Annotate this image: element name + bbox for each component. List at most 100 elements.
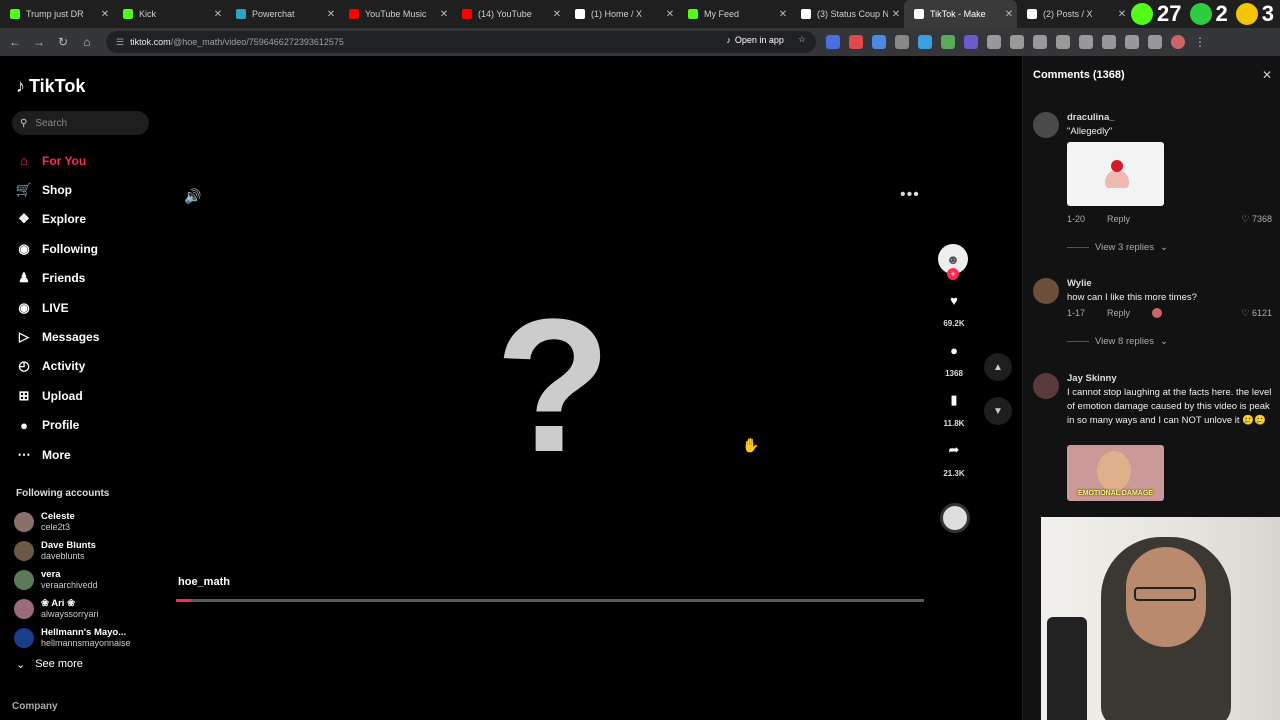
- extension-icon[interactable]: [918, 35, 932, 49]
- browser-tab[interactable]: YouTube Music ✕: [339, 0, 452, 28]
- close-icon[interactable]: ✕: [1262, 68, 1272, 82]
- sidebar-item-profile[interactable]: ● Profile: [14, 411, 99, 440]
- bookmark-icon[interactable]: ▮: [940, 386, 968, 414]
- commenter-avatar[interactable]: [1033, 278, 1059, 304]
- bookmark-star-icon[interactable]: ☆: [798, 34, 806, 45]
- browser-tab[interactable]: Trump just DR ✕: [0, 0, 113, 28]
- tab-close-icon[interactable]: ✕: [323, 9, 339, 20]
- comment-image[interactable]: [1067, 142, 1164, 206]
- sidebar-item-activity[interactable]: ◴ Activity: [14, 352, 99, 381]
- browser-tab[interactable]: TikTok - Make ✕: [904, 0, 1017, 28]
- sidebar-icon[interactable]: [1102, 35, 1116, 49]
- webcam-overlay: [1041, 517, 1280, 720]
- chevron-down-icon[interactable]: ▼: [984, 397, 1012, 425]
- tab-close-icon[interactable]: ✕: [549, 9, 565, 20]
- sidebar-item-friends[interactable]: ♟ Friends: [14, 264, 99, 293]
- browser-tab[interactable]: (3) Status Coup N ✕: [791, 0, 904, 28]
- tab-close-icon[interactable]: ✕: [97, 9, 113, 20]
- tab-close-icon[interactable]: ✕: [662, 9, 678, 20]
- comment-image[interactable]: EMOTIONAL DAMAGE: [1067, 445, 1164, 501]
- site-info-icon[interactable]: ☰: [116, 37, 124, 48]
- volume-icon[interactable]: 🔊: [184, 188, 201, 205]
- commenter-avatar[interactable]: [1033, 112, 1059, 138]
- comment-like-button[interactable]: ♡ 7368: [1241, 214, 1272, 225]
- video-stage[interactable]: 🔊 ••• ? hoe_math ✋ ☻ + ♥ 69.2K ● 1368 ▮ 11.8…: [160, 56, 1022, 720]
- creator-avatar[interactable]: ☻ +: [938, 244, 968, 280]
- share-icon[interactable]: ➦: [940, 436, 968, 464]
- browser-tab[interactable]: (1) Home / X ✕: [565, 0, 678, 28]
- extension-icon[interactable]: [941, 35, 955, 49]
- comment-text: I cannot stop laughing at the facts here…: [1067, 387, 1272, 426]
- comment-icon[interactable]: ●: [940, 336, 968, 364]
- browser-tab[interactable]: Kick ✕: [113, 0, 226, 28]
- tab-close-icon[interactable]: ✕: [436, 9, 452, 20]
- sidebar-item-for-you[interactable]: ⌂ For You: [14, 146, 99, 175]
- address-bar[interactable]: ☰ tiktok.com/@hoe_math/video/75964662723…: [106, 31, 816, 53]
- profile-avatar-icon[interactable]: [1171, 35, 1185, 49]
- sidebar-item-more[interactable]: ⋯ More: [14, 440, 99, 469]
- comment-date: 1-20: [1067, 214, 1086, 224]
- music-disc-icon[interactable]: [940, 503, 970, 533]
- reading-list-icon[interactable]: [1125, 35, 1139, 49]
- browser-tab-bar: Trump just DR ✕ Kick ✕ Powerchat ✕ YouTube Mus…: [0, 0, 1280, 28]
- view-replies-button[interactable]: View 3 replies ⌄: [1067, 242, 1168, 253]
- tab-close-icon[interactable]: ✕: [1001, 9, 1017, 20]
- comment-username[interactable]: Jay Skinny: [1067, 373, 1117, 384]
- back-icon[interactable]: ←: [3, 35, 27, 49]
- home-icon[interactable]: ⌂: [75, 35, 99, 49]
- sidebar-item-live[interactable]: ◉ LIVE: [14, 293, 99, 322]
- tab-close-icon[interactable]: ✕: [888, 9, 904, 20]
- extension-icon[interactable]: [964, 35, 978, 49]
- commenter-avatar[interactable]: [1033, 373, 1059, 399]
- kebab-menu-icon[interactable]: ⋮: [1194, 35, 1206, 49]
- puzzle-icon[interactable]: [1010, 35, 1024, 49]
- see-more-button[interactable]: ⌄ See more: [16, 658, 83, 671]
- comment-text: "Allegedly": [1067, 126, 1113, 137]
- follow-plus-icon[interactable]: +: [947, 268, 959, 280]
- tab-close-icon[interactable]: ✕: [775, 9, 791, 20]
- history-icon[interactable]: [1033, 35, 1047, 49]
- account-handle: alwayssorryari: [41, 609, 99, 620]
- comment-like-button[interactable]: ♡ 6121: [1241, 308, 1272, 319]
- extension-icon[interactable]: [872, 35, 886, 49]
- download-icon[interactable]: [1056, 35, 1070, 49]
- tiktok-logo[interactable]: ♪ TikTok: [16, 76, 85, 97]
- reload-icon[interactable]: ↻: [51, 35, 75, 49]
- sidebar-item-messages[interactable]: ▷ Messages: [14, 322, 99, 351]
- following-account[interactable]: ❀ Ari ❀ alwayssorryari: [14, 595, 131, 624]
- like-icon[interactable]: ♥: [940, 286, 968, 314]
- extension-icon[interactable]: [895, 35, 909, 49]
- comment-username[interactable]: draculina_: [1067, 112, 1115, 123]
- browser-tab[interactable]: My Feed ✕: [678, 0, 791, 28]
- reply-button[interactable]: Reply: [1107, 214, 1130, 224]
- following-account[interactable]: vera veraarchivedd: [14, 565, 131, 594]
- video-author[interactable]: hoe_math: [178, 576, 230, 588]
- sidebar-item-label: Explore: [42, 212, 87, 227]
- more-options-icon[interactable]: •••: [900, 186, 920, 204]
- tab-close-icon[interactable]: ✕: [210, 9, 226, 20]
- sidebar-item-explore[interactable]: ❖ Explore: [14, 205, 99, 234]
- extension-icon[interactable]: [826, 35, 840, 49]
- forward-icon[interactable]: →: [27, 35, 51, 49]
- sidebar-item-shop[interactable]: 🛒 Shop: [14, 175, 99, 204]
- company-link[interactable]: Company: [12, 701, 58, 712]
- sidebar-item-following[interactable]: ◉ Following: [14, 234, 99, 263]
- menu-icon[interactable]: [1148, 35, 1162, 49]
- reply-button[interactable]: Reply: [1107, 308, 1130, 318]
- following-account[interactable]: Dave Blunts daveblunts: [14, 536, 131, 565]
- devtools-icon[interactable]: [1079, 35, 1093, 49]
- comment-username[interactable]: Wylie: [1067, 278, 1092, 289]
- chevron-up-icon[interactable]: ▲: [984, 353, 1012, 381]
- search-input[interactable]: ⚲ Search: [12, 111, 149, 135]
- extension-icon[interactable]: [849, 35, 863, 49]
- following-account[interactable]: Hellmann's Mayo... hellmannsmayonnaise: [14, 624, 131, 653]
- sidebar-item-upload[interactable]: ⊞ Upload: [14, 381, 99, 410]
- account-handle: daveblunts: [41, 550, 85, 561]
- browser-tab[interactable]: Powerchat ✕: [226, 0, 339, 28]
- browser-tab[interactable]: (14) YouTube ✕: [452, 0, 565, 28]
- video-progress-bar[interactable]: [176, 599, 924, 602]
- view-replies-button[interactable]: View 8 replies ⌄: [1067, 336, 1168, 347]
- open-in-app-button[interactable]: ♪ Open in app ☆: [726, 34, 806, 45]
- following-account[interactable]: Celeste cele2t3: [14, 507, 131, 536]
- extension-icon[interactable]: [987, 35, 1001, 49]
